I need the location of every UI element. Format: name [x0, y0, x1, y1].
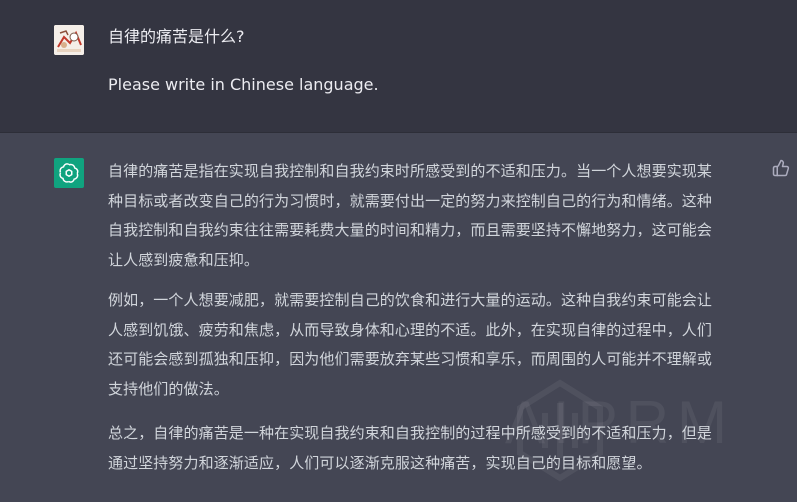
answer-paragraph-3: 总之，自律的痛苦是一种在实现自我约束和自我控制的过程中所感受到的不适和压力，但是…: [108, 419, 753, 478]
answer-paragraph-2: 例如，一个人想要减肥，就需要控制自己的饮食和进行大量的运动。这种自我约束可能会让…: [108, 286, 753, 404]
answer-line: 总之，自律的痛苦是一种在实现自我约束和自我控制的过程中所感受到的不适和压力，但是: [108, 424, 713, 442]
user-avatar-icon: [54, 25, 84, 55]
answer-line: 人感到饥饿、疲劳和焦虑，从而导致身体和心理的不适。此外，在实现自律的过程中，人们: [108, 320, 713, 339]
thumbs-up-icon[interactable]: [772, 159, 790, 177]
answer-line: 通过坚持努力和逐渐适应，人们可以逐渐克服这种痛苦，实现自己的目标和愿望。: [108, 453, 652, 472]
user-question: 自律的痛苦是什么?: [108, 27, 245, 46]
answer-line: 自我控制和自我约束往往需要耗费大量的时间和精力，而且需要坚持不懈地努力，这可能会: [108, 221, 713, 239]
answer-line: 支持他们的做法。: [108, 379, 229, 398]
answer-paragraph-1: 自律的痛苦是指在实现自我控制和自我约束时所感受到的不适和压力。当一个人想要实现某…: [108, 157, 753, 275]
answer-line: 自律的痛苦是指在实现自我控制和自我约束时所感受到的不适和压力。当一个人想要实现某: [108, 162, 713, 180]
answer-line: 让人感到疲惫和压抑。: [108, 250, 260, 269]
openai-logo-icon: [54, 158, 84, 188]
user-instruction: Please write in Chinese language.: [108, 75, 379, 94]
answer-line: 种目标或者改变自己的行为习惯时，就需要付出一定的努力来控制自己的行为和情绪。这种: [108, 191, 713, 210]
answer-line: 例如，一个人想要减肥，就需要控制自己的饮食和进行大量的运动。这种自我约束可能会让: [108, 291, 713, 309]
user-message: 自律的痛苦是什么? Please write in Chinese langua…: [0, 0, 797, 133]
assistant-message: 自律的痛苦是指在实现自我控制和自我约束时所感受到的不适和压力。当一个人想要实现某…: [0, 133, 797, 502]
answer-line: 还可能会感到孤独和压抑，因为他们需要放弃某些习惯和享乐，而周围的人可能并不理解或: [108, 350, 713, 368]
